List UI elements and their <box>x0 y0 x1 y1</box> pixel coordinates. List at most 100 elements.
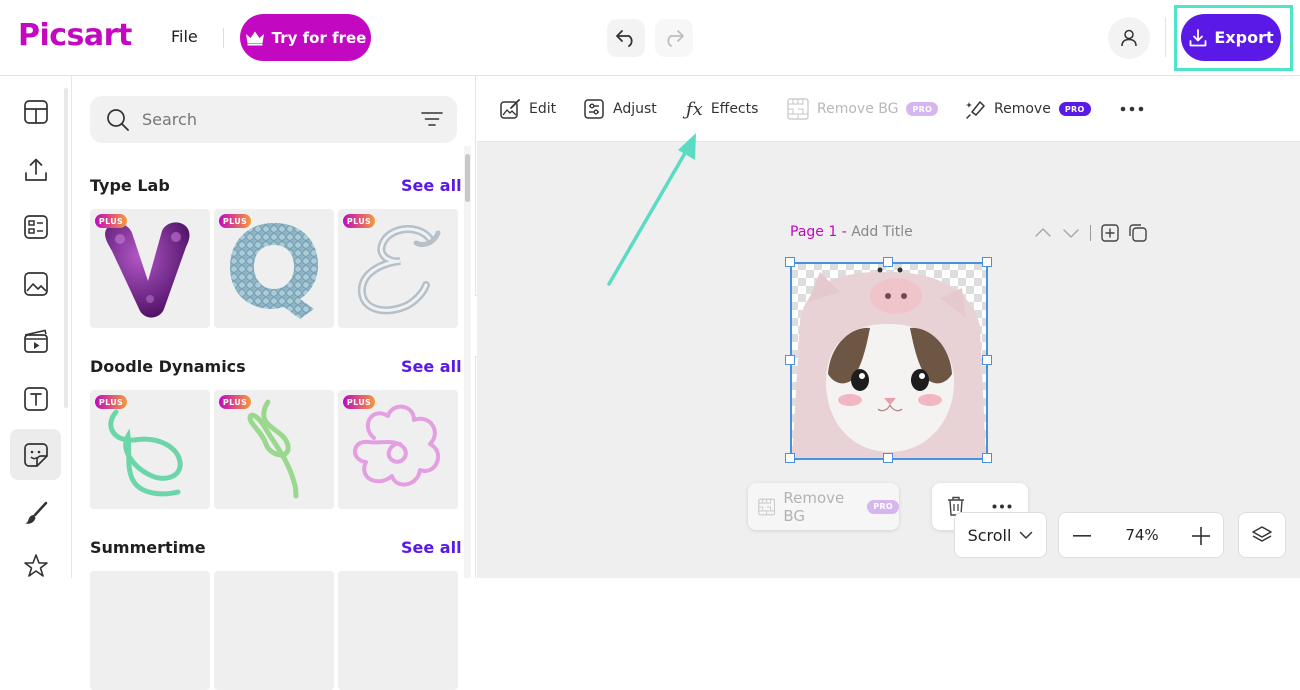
section-title-doodle-dynamics: Doodle Dynamics <box>90 357 246 376</box>
effects-label: Effects <box>710 101 759 117</box>
scroll-mode-label: Scroll <box>967 525 1012 545</box>
search-icon <box>107 109 129 131</box>
sticker-tile[interactable] <box>338 571 458 690</box>
more-dots-icon[interactable] <box>992 504 1012 509</box>
redo-button[interactable] <box>655 19 693 57</box>
resize-handle-top-right[interactable] <box>982 257 992 267</box>
left-tool-rail <box>0 76 72 578</box>
picsart-logo[interactable]: Picsart <box>18 18 132 53</box>
download-icon <box>1189 28 1207 46</box>
chevron-down-icon[interactable] <box>1062 227 1080 239</box>
rail-scrollbar[interactable] <box>64 88 68 408</box>
section-title-type-lab: Type Lab <box>90 176 170 195</box>
user-avatar[interactable] <box>1108 17 1150 59</box>
rail-upload-button[interactable] <box>10 144 61 195</box>
plus-badge: PLUS <box>219 395 251 409</box>
section-title-summertime: Summertime <box>90 538 206 557</box>
try-for-free-button[interactable]: Try for free <box>240 14 371 61</box>
edit-label: Edit <box>529 101 557 117</box>
rail-videos-button[interactable] <box>10 315 61 366</box>
minus-icon <box>1073 535 1091 537</box>
redo-icon <box>667 30 684 47</box>
sticker-tile[interactable] <box>214 571 334 690</box>
edit-image-icon <box>500 99 520 119</box>
adjust-tool-button[interactable]: Adjust <box>583 98 657 120</box>
search-input[interactable] <box>142 104 402 134</box>
rail-photos-button[interactable] <box>10 258 61 309</box>
resize-handle-bottom-right[interactable] <box>982 453 992 463</box>
sticker-tile[interactable]: PLUS <box>90 390 210 509</box>
layout-icon <box>23 99 48 124</box>
rail-elements-button[interactable] <box>10 201 61 252</box>
add-page-icon[interactable] <box>1101 224 1119 242</box>
see-all-type-lab-link[interactable]: See all <box>401 176 462 195</box>
more-options-button[interactable] <box>1120 98 1144 120</box>
layers-icon <box>1252 526 1272 542</box>
resize-handle-top-left[interactable] <box>785 257 795 267</box>
adjust-sliders-icon <box>584 99 604 119</box>
export-button[interactable]: Export <box>1181 14 1281 61</box>
page-tools-divider <box>1090 225 1091 241</box>
rail-stickers-button[interactable] <box>10 429 61 480</box>
layers-button[interactable] <box>1238 512 1286 558</box>
remove-bg-icon <box>758 498 776 515</box>
search-bar <box>90 96 457 143</box>
pro-badge: PRO <box>1058 102 1091 116</box>
remove-bg-label: Remove BG <box>817 101 899 117</box>
zoom-control: 74% <box>1058 512 1224 558</box>
edit-tool-button[interactable]: Edit <box>499 98 556 120</box>
sticker-tile[interactable]: PLUS <box>214 390 334 509</box>
effects-tool-button[interactable]: ƒx Effects <box>686 98 758 120</box>
floating-remove-bg-button[interactable]: Remove BG PRO <box>748 483 899 530</box>
file-menu[interactable]: File <box>171 27 198 46</box>
undo-button[interactable] <box>607 19 645 57</box>
plus-badge: PLUS <box>95 214 127 228</box>
brush-icon <box>24 501 47 524</box>
rail-text-button[interactable] <box>10 373 61 424</box>
rail-templates-button[interactable] <box>10 86 61 137</box>
duplicate-page-icon[interactable] <box>1129 224 1147 242</box>
floating-remove-bg-label: Remove BG <box>783 488 845 525</box>
sticker-tile[interactable]: PLUS <box>90 209 210 328</box>
rail-favorites-button[interactable] <box>10 540 61 591</box>
annotation-arrow <box>607 133 696 286</box>
resize-handle-bottom-left[interactable] <box>785 453 795 463</box>
see-all-summertime-link[interactable]: See all <box>401 538 462 557</box>
remove-bg-tool-button[interactable]: Remove BG PRO <box>787 98 939 120</box>
fx-icon: ƒx <box>686 98 703 120</box>
filter-icon[interactable] <box>421 110 443 128</box>
sticker-tile[interactable]: PLUS <box>338 209 458 328</box>
chevron-up-icon[interactable] <box>1034 227 1052 239</box>
resize-handle-right[interactable] <box>982 355 992 365</box>
star-icon <box>23 553 48 577</box>
remove-tool-button[interactable]: Remove PRO <box>964 98 1091 120</box>
panel-scrollbar-thumb[interactable] <box>465 154 470 202</box>
user-icon <box>1121 29 1137 47</box>
resize-handle-top[interactable] <box>883 257 893 267</box>
export-label: Export <box>1214 28 1274 47</box>
sticker-tile[interactable] <box>90 571 210 690</box>
header-divider <box>223 28 224 48</box>
more-dots-icon <box>1120 106 1144 112</box>
sticker-tile[interactable]: PLUS <box>214 209 334 328</box>
stickers-panel: Type Lab See all PLUS PLUS PLUS Doodle D… <box>72 76 476 690</box>
see-all-doodle-dynamics-link[interactable]: See all <box>401 357 462 376</box>
zoom-out-button[interactable] <box>1071 525 1093 547</box>
resize-handle-left[interactable] <box>785 355 795 365</box>
rail-draw-button[interactable] <box>10 487 61 538</box>
chevron-down-icon <box>1020 531 1033 539</box>
selection-box[interactable] <box>790 262 988 460</box>
page-title-input[interactable]: Add Title <box>851 224 913 240</box>
sticker-tile[interactable]: PLUS <box>338 390 458 509</box>
undo-icon <box>616 30 633 47</box>
plus-badge: PLUS <box>343 214 375 228</box>
zoom-in-button[interactable] <box>1190 525 1212 547</box>
remove-label: Remove <box>994 101 1051 117</box>
scroll-mode-select[interactable]: Scroll <box>954 512 1047 558</box>
remove-bg-icon <box>787 98 809 120</box>
resize-handle-bottom[interactable] <box>883 453 893 463</box>
image-icon <box>23 271 48 296</box>
plus-badge: PLUS <box>343 395 375 409</box>
pro-badge: PRO <box>906 102 939 116</box>
video-clapper-icon <box>23 329 48 353</box>
